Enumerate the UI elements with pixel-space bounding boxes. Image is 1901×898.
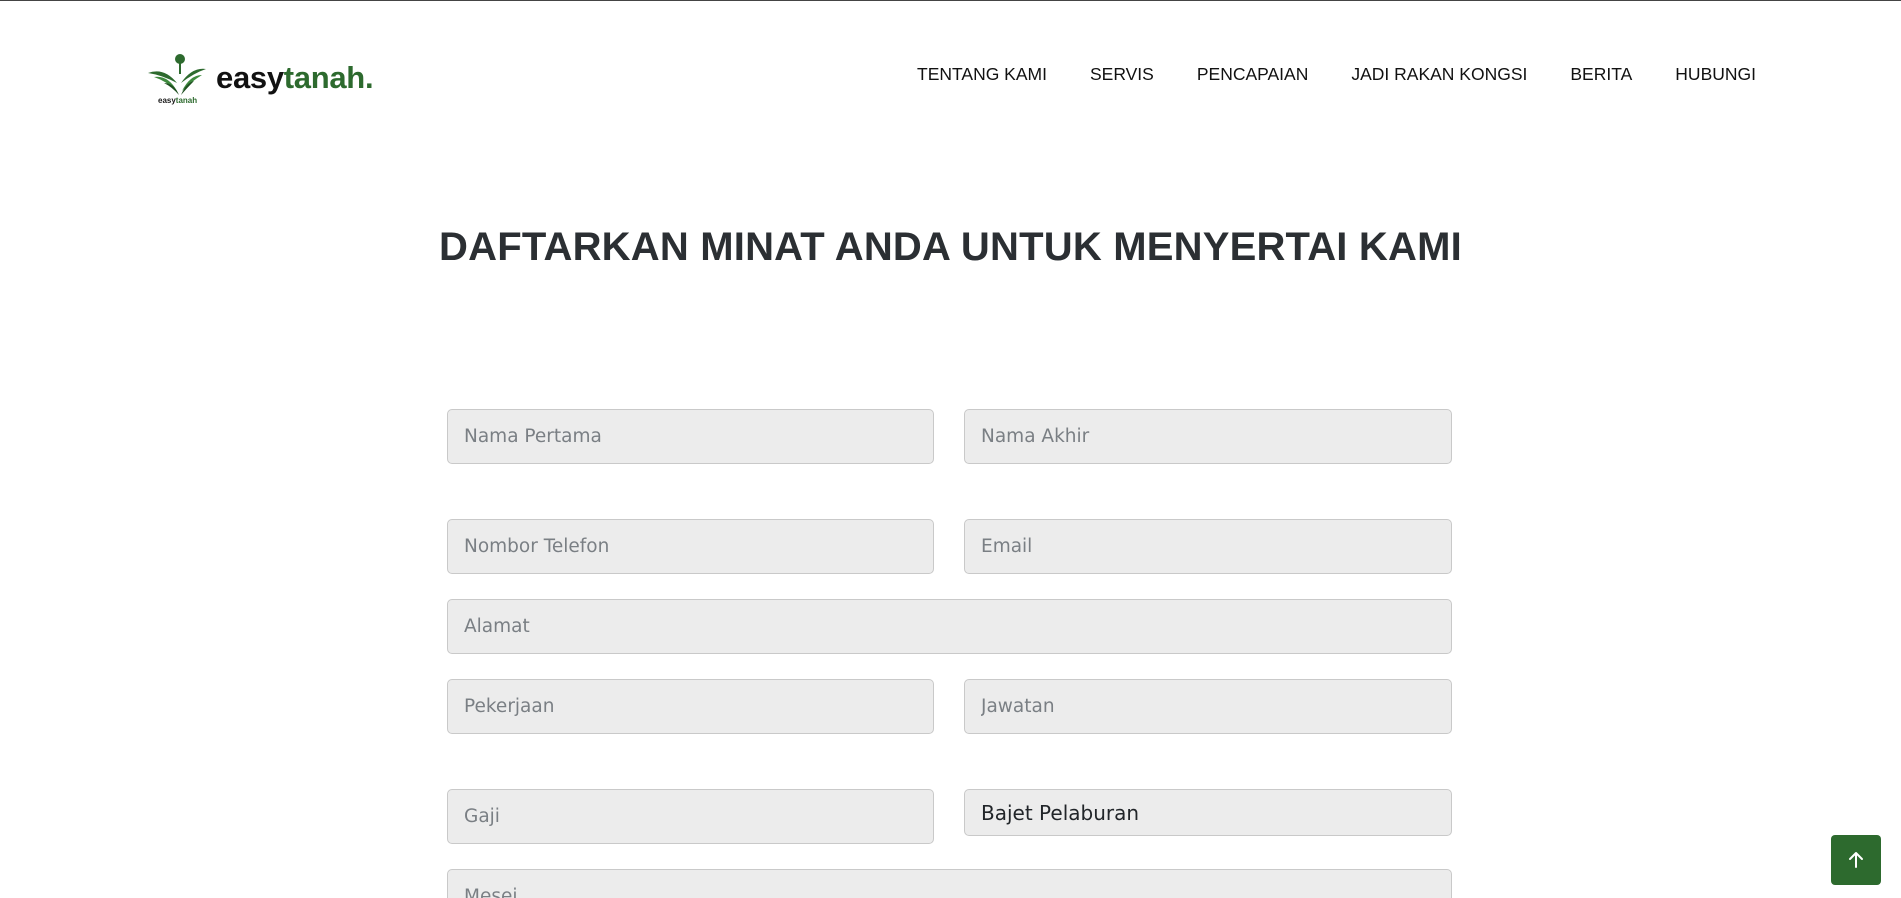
message-field[interactable] xyxy=(447,869,1452,898)
occupation-field[interactable] xyxy=(447,679,934,734)
site-header: easytanah easytanah. TENTANG KAMI SERVIS… xyxy=(0,1,1901,151)
investment-budget-select[interactable]: Bajet Pelaburan xyxy=(964,789,1452,836)
email-field[interactable] xyxy=(964,519,1452,574)
nav-item-jadi-rakan-kongsi[interactable]: JADI RAKAN KONGSI xyxy=(1351,64,1527,85)
phone-field[interactable] xyxy=(447,519,934,574)
brand-name: easytanah. xyxy=(216,60,374,95)
nav-item-tentang-kami[interactable]: TENTANG KAMI xyxy=(917,64,1047,85)
nav-item-hubungi[interactable]: HUBUNGI xyxy=(1675,64,1756,85)
brand-logo[interactable]: easytanah easytanah. xyxy=(146,53,374,107)
address-field[interactable] xyxy=(447,599,1452,654)
nav-item-servis[interactable]: SERVIS xyxy=(1090,64,1154,85)
nav-item-berita[interactable]: BERITA xyxy=(1570,64,1632,85)
investment-budget-value: Bajet Pelaburan xyxy=(981,800,1140,825)
back-to-top-button[interactable] xyxy=(1831,835,1881,885)
position-field[interactable] xyxy=(964,679,1452,734)
nav-item-pencapaian[interactable]: PENCAPAIAN xyxy=(1197,64,1309,85)
last-name-field[interactable] xyxy=(964,409,1452,464)
salary-field[interactable] xyxy=(447,789,934,844)
arrow-up-icon xyxy=(1849,852,1863,868)
logo-leaf-icon: easytanah xyxy=(146,53,208,107)
main-nav: TENTANG KAMI SERVIS PENCAPAIAN JADI RAKA… xyxy=(874,64,1756,85)
page-title: DAFTARKAN MINAT ANDA UNTUK MENYERTAI KAM… xyxy=(439,225,1462,269)
first-name-field[interactable] xyxy=(447,409,934,464)
logo-small-text: easytanah xyxy=(158,96,198,105)
